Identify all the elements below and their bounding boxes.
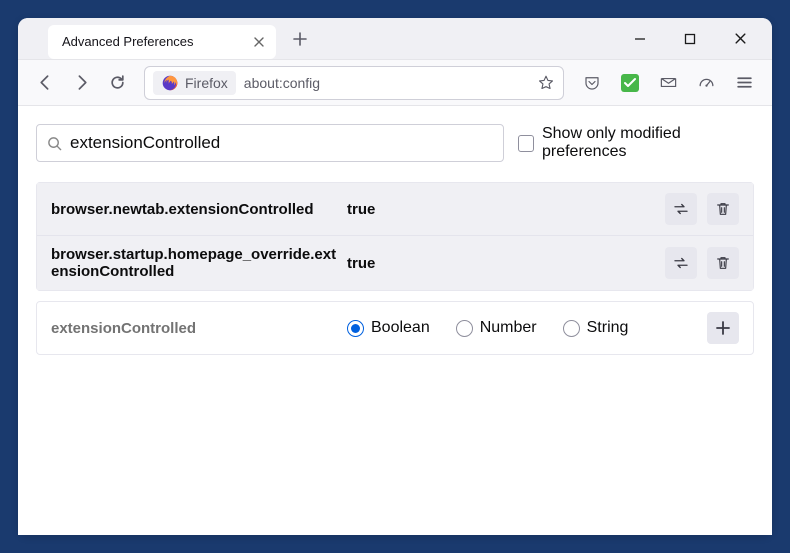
radio-icon	[563, 320, 580, 337]
prefs-table: browser.newtab.extensionControlled true …	[36, 182, 754, 291]
show-modified-label: Show only modified preferences	[542, 125, 754, 161]
identity-box[interactable]: Firefox	[153, 71, 236, 95]
pref-row[interactable]: browser.newtab.extensionControlled true	[37, 183, 753, 235]
pref-actions	[665, 193, 739, 225]
url-bar[interactable]: Firefox about:config	[144, 66, 564, 100]
tab-title: Advanced Preferences	[62, 34, 194, 49]
search-input[interactable]	[70, 133, 493, 153]
toggle-button[interactable]	[665, 193, 697, 225]
delete-button[interactable]	[707, 247, 739, 279]
pref-value: true	[347, 201, 375, 218]
reload-button[interactable]	[102, 68, 132, 98]
dashboard-icon[interactable]	[690, 67, 722, 99]
url-text: about:config	[244, 75, 537, 91]
pocket-icon[interactable]	[576, 67, 608, 99]
pref-row[interactable]: browser.startup.homepage_override.extens…	[37, 235, 753, 290]
pref-actions	[707, 312, 739, 344]
pref-name: browser.newtab.extensionControlled	[51, 201, 341, 218]
mail-icon[interactable]	[652, 67, 684, 99]
checkbox-icon	[518, 135, 534, 152]
window-controls	[626, 25, 764, 53]
forward-button[interactable]	[66, 68, 96, 98]
search-box[interactable]	[36, 124, 504, 162]
radio-number[interactable]: Number	[456, 319, 537, 337]
close-tab-icon[interactable]	[252, 35, 266, 49]
pref-row: extensionControlled Boolean Number Strin…	[37, 302, 753, 354]
radio-string[interactable]: String	[563, 319, 629, 337]
new-pref-row: extensionControlled Boolean Number Strin…	[36, 301, 754, 355]
tab-active[interactable]: Advanced Preferences	[48, 25, 276, 59]
search-row: Show only modified preferences	[36, 124, 754, 162]
nav-toolbar: Firefox about:config	[18, 60, 772, 106]
close-window-button[interactable]	[726, 25, 754, 53]
identity-label: Firefox	[185, 75, 228, 91]
minimize-button[interactable]	[626, 25, 654, 53]
search-icon	[47, 136, 62, 151]
maximize-button[interactable]	[676, 25, 704, 53]
type-radio-group: Boolean Number String	[347, 319, 628, 337]
new-tab-button[interactable]	[286, 25, 314, 53]
back-button[interactable]	[30, 68, 60, 98]
pref-actions	[665, 247, 739, 279]
radio-label: String	[587, 319, 629, 337]
radio-label: Number	[480, 319, 537, 337]
firefox-logo-icon	[161, 74, 179, 92]
radio-icon	[347, 320, 364, 337]
pref-name: browser.startup.homepage_override.extens…	[51, 246, 341, 280]
radio-icon	[456, 320, 473, 337]
tab-bar: Advanced Preferences	[18, 18, 772, 60]
toggle-button[interactable]	[665, 247, 697, 279]
browser-window: Advanced Preferences	[18, 18, 772, 535]
bookmark-star-icon[interactable]	[537, 74, 555, 92]
radio-boolean[interactable]: Boolean	[347, 319, 430, 337]
extension-icon[interactable]	[614, 67, 646, 99]
config-content: Show only modified preferences browser.n…	[18, 106, 772, 535]
add-button[interactable]	[707, 312, 739, 344]
pref-value: true	[347, 255, 375, 272]
show-modified-checkbox[interactable]: Show only modified preferences	[518, 125, 754, 161]
radio-label: Boolean	[371, 319, 430, 337]
hamburger-menu-icon[interactable]	[728, 67, 760, 99]
delete-button[interactable]	[707, 193, 739, 225]
new-pref-name: extensionControlled	[51, 320, 341, 337]
